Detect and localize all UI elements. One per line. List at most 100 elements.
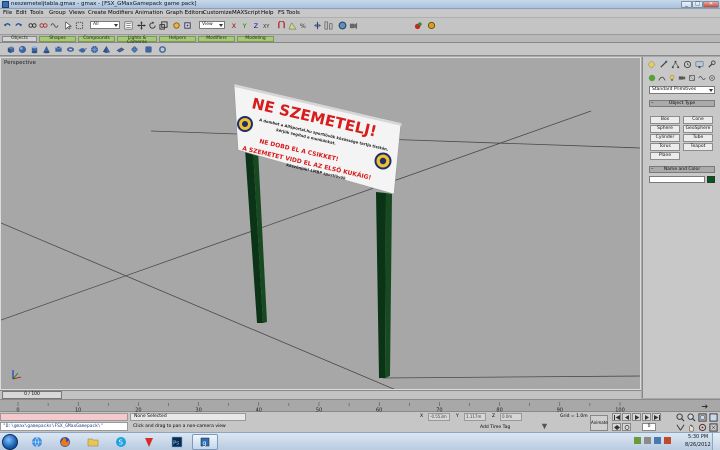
track-bar[interactable]: 0 10 20 30 40 50 60 70 80 90 100 — [0, 399, 720, 413]
tray-network-icon[interactable] — [634, 437, 641, 444]
select-rotate-icon[interactable] — [148, 21, 157, 30]
tab-modifiers[interactable]: Modifiers — [198, 36, 235, 42]
plane-button[interactable]: Plane — [650, 152, 680, 160]
perspective-viewport[interactable]: Perspective NE SZEMETELJ! A dombot a All… — [0, 57, 641, 390]
select-move-icon[interactable] — [137, 21, 146, 30]
hierarchy-tab-icon[interactable] — [670, 59, 680, 69]
x-coord-field[interactable]: -0.553m — [428, 413, 450, 421]
display-tab-icon[interactable] — [694, 59, 704, 69]
time-config-button[interactable] — [622, 423, 631, 431]
z-coord-field[interactable]: 0.0m — [500, 413, 522, 421]
add-time-tag-button[interactable]: Add Time Tag — [480, 425, 510, 430]
tab-compounds[interactable]: Compounds — [78, 36, 115, 42]
helpers-category-icon[interactable] — [688, 74, 696, 82]
menu-modifiers[interactable]: Modifiers — [108, 10, 133, 16]
menu-create[interactable]: Create — [88, 10, 106, 16]
start-button[interactable] — [2, 434, 18, 450]
minimize-button[interactable]: _ — [681, 1, 692, 8]
box-icon[interactable] — [6, 45, 15, 54]
object-color-swatch[interactable] — [707, 176, 715, 183]
shapes-category-icon[interactable] — [658, 74, 666, 82]
arc-rotate-icon[interactable] — [698, 423, 707, 432]
animate-button[interactable]: Animate — [590, 415, 608, 431]
reference-coordinate-dropdown[interactable]: View — [199, 21, 225, 29]
create-tab-icon[interactable] — [646, 59, 656, 69]
show-desktop-button[interactable] — [712, 433, 720, 450]
box-button[interactable]: Box — [650, 116, 680, 124]
menu-views[interactable]: Views — [69, 10, 85, 16]
cone-button[interactable]: Cone — [683, 116, 713, 124]
object-type-rollout-header[interactable]: – Object Type — [649, 100, 715, 107]
key-mode-toggle-button[interactable] — [612, 423, 621, 431]
select-object-icon[interactable] — [64, 21, 73, 30]
axis-xy-icon[interactable]: XY — [263, 21, 272, 30]
maximize-button[interactable]: □ — [692, 1, 703, 8]
time-slider[interactable]: 0 / 100 — [0, 390, 641, 399]
menu-maxscript[interactable]: MAXScript — [232, 10, 260, 16]
select-manipulate-icon[interactable] — [172, 21, 181, 30]
menu-group[interactable]: Group — [49, 10, 66, 16]
menu-edit[interactable]: Edit — [16, 10, 27, 16]
taskbar-skype-icon[interactable]: S — [108, 434, 134, 450]
bind-spacewarp-icon[interactable] — [50, 21, 59, 30]
teapot-icon[interactable] — [78, 45, 87, 54]
teapot-button[interactable]: Teapot — [683, 143, 713, 151]
select-region-icon[interactable] — [75, 21, 84, 30]
clock-date[interactable]: 8/26/2012 — [685, 442, 711, 448]
zoom-extents-all-icon[interactable] — [709, 413, 718, 422]
zoom-icon[interactable] — [676, 413, 685, 422]
menu-graph-editors[interactable]: Graph Editors — [166, 10, 204, 16]
select-by-name-icon[interactable] — [124, 21, 133, 30]
field-of-view-icon[interactable] — [676, 423, 685, 432]
geosphere-button[interactable]: GeoSphere — [683, 125, 713, 133]
axis-z-icon[interactable]: Z — [252, 21, 261, 30]
tube-icon[interactable] — [54, 45, 63, 54]
plane-icon[interactable] — [116, 45, 125, 54]
tab-modeling[interactable]: Modeling — [237, 36, 274, 42]
play-button[interactable] — [632, 413, 641, 421]
select-link-icon[interactable] — [28, 21, 37, 30]
spacewarps-category-icon[interactable] — [698, 74, 706, 82]
tray-volume-icon[interactable] — [654, 437, 661, 444]
taskbar-photoshop-icon[interactable]: Ps — [164, 434, 190, 450]
object-name-field[interactable] — [649, 176, 705, 183]
taskbar-firefox-icon[interactable] — [52, 434, 78, 450]
taskbar-explorer-icon[interactable] — [24, 434, 50, 450]
material-editor-icon[interactable] — [338, 21, 347, 30]
pyramid-icon[interactable] — [102, 45, 111, 54]
tray-antivirus-icon[interactable] — [664, 437, 671, 444]
cylinder-icon[interactable] — [30, 45, 39, 54]
key-mode-icon[interactable] — [700, 402, 709, 411]
align-icon[interactable] — [324, 21, 333, 30]
lights-category-icon[interactable] — [668, 74, 676, 82]
torus-knot-icon[interactable] — [158, 45, 167, 54]
axis-x-icon[interactable]: X — [230, 21, 239, 30]
menu-customize[interactable]: Customize — [203, 10, 232, 16]
utilities-tab-icon[interactable] — [706, 59, 716, 69]
primitive-type-dropdown[interactable]: Standard Primitives — [649, 86, 715, 94]
time-slider-thumb[interactable]: 0 / 100 — [2, 391, 62, 399]
fs-tools-icon[interactable] — [427, 21, 436, 30]
tube-button[interactable]: Tube — [683, 134, 713, 142]
geometry-category-icon[interactable] — [648, 74, 656, 82]
menu-animation[interactable]: Animation — [135, 10, 163, 16]
torus-icon[interactable] — [66, 45, 75, 54]
maxscript-listener-output[interactable] — [0, 413, 128, 421]
zoom-all-icon[interactable] — [687, 413, 696, 422]
tab-helpers[interactable]: Helpers — [159, 36, 196, 42]
fs-export-icon[interactable] — [414, 21, 423, 30]
sphere-icon[interactable] — [18, 45, 27, 54]
previous-frame-button[interactable] — [622, 413, 631, 421]
cylinder-button[interactable]: Cylinder — [650, 134, 680, 142]
hedra-icon[interactable] — [130, 45, 139, 54]
tray-flag-icon[interactable] — [644, 437, 651, 444]
systems-category-icon[interactable] — [708, 74, 716, 82]
motion-tab-icon[interactable] — [682, 59, 692, 69]
go-to-end-button[interactable] — [652, 413, 661, 421]
key-filter-icon[interactable] — [540, 422, 549, 431]
menu-help[interactable]: Help — [261, 10, 274, 16]
menu-file[interactable]: File — [3, 10, 12, 16]
use-pivot-center-icon[interactable] — [183, 21, 192, 30]
menu-fs-tools[interactable]: FS Tools — [278, 10, 300, 16]
taskbar-gmax-icon[interactable]: g — [192, 434, 218, 450]
